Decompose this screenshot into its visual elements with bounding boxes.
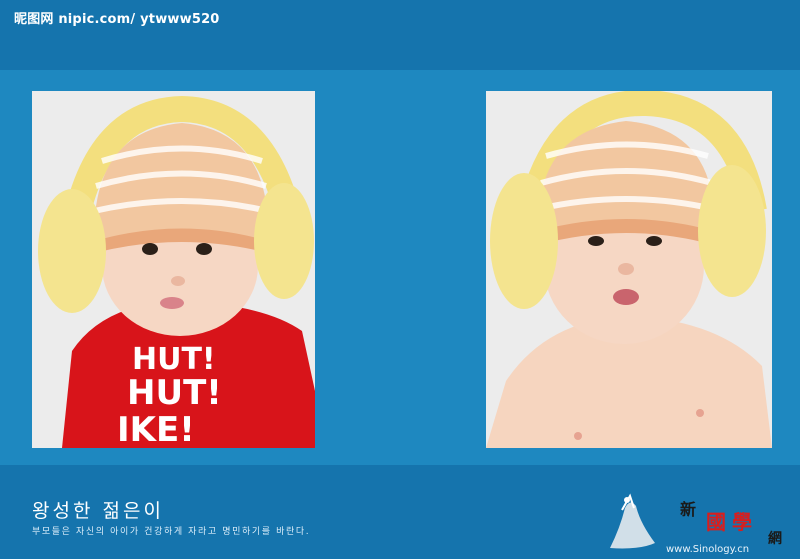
shirt-text-line-1: HUT! <box>132 342 216 377</box>
footer-title: 왕성한 젊은이 <box>32 500 164 522</box>
shirt-text-line-3: IKE! <box>117 410 195 448</box>
logo-char-wang: 網 <box>768 531 782 547</box>
baby-photo-left: HUT! HUT! IKE! <box>32 91 315 448</box>
logo-char-xin: 新 <box>680 500 697 519</box>
logo-char-xue: 學 <box>732 510 752 534</box>
watermark-text: 昵图网 nipic.com/ ytwww520 <box>14 12 220 27</box>
footer-subtitle: 부모들은 자신의 아이가 건강하게 자라고 명민하기를 바란다. <box>32 527 311 537</box>
top-bar: 昵图网 nipic.com/ ytwww520 <box>0 0 800 70</box>
logo-char-guo: 國 <box>706 510 726 534</box>
baby-photo-right <box>486 91 772 448</box>
logo-url: www.Sinology.cn <box>666 544 750 555</box>
ink-figure-icon <box>610 493 655 549</box>
shirt-text-line-2: HUT! <box>127 373 222 413</box>
sinology-logo: 新 國 學 網 www.Sinology.cn <box>600 488 800 559</box>
